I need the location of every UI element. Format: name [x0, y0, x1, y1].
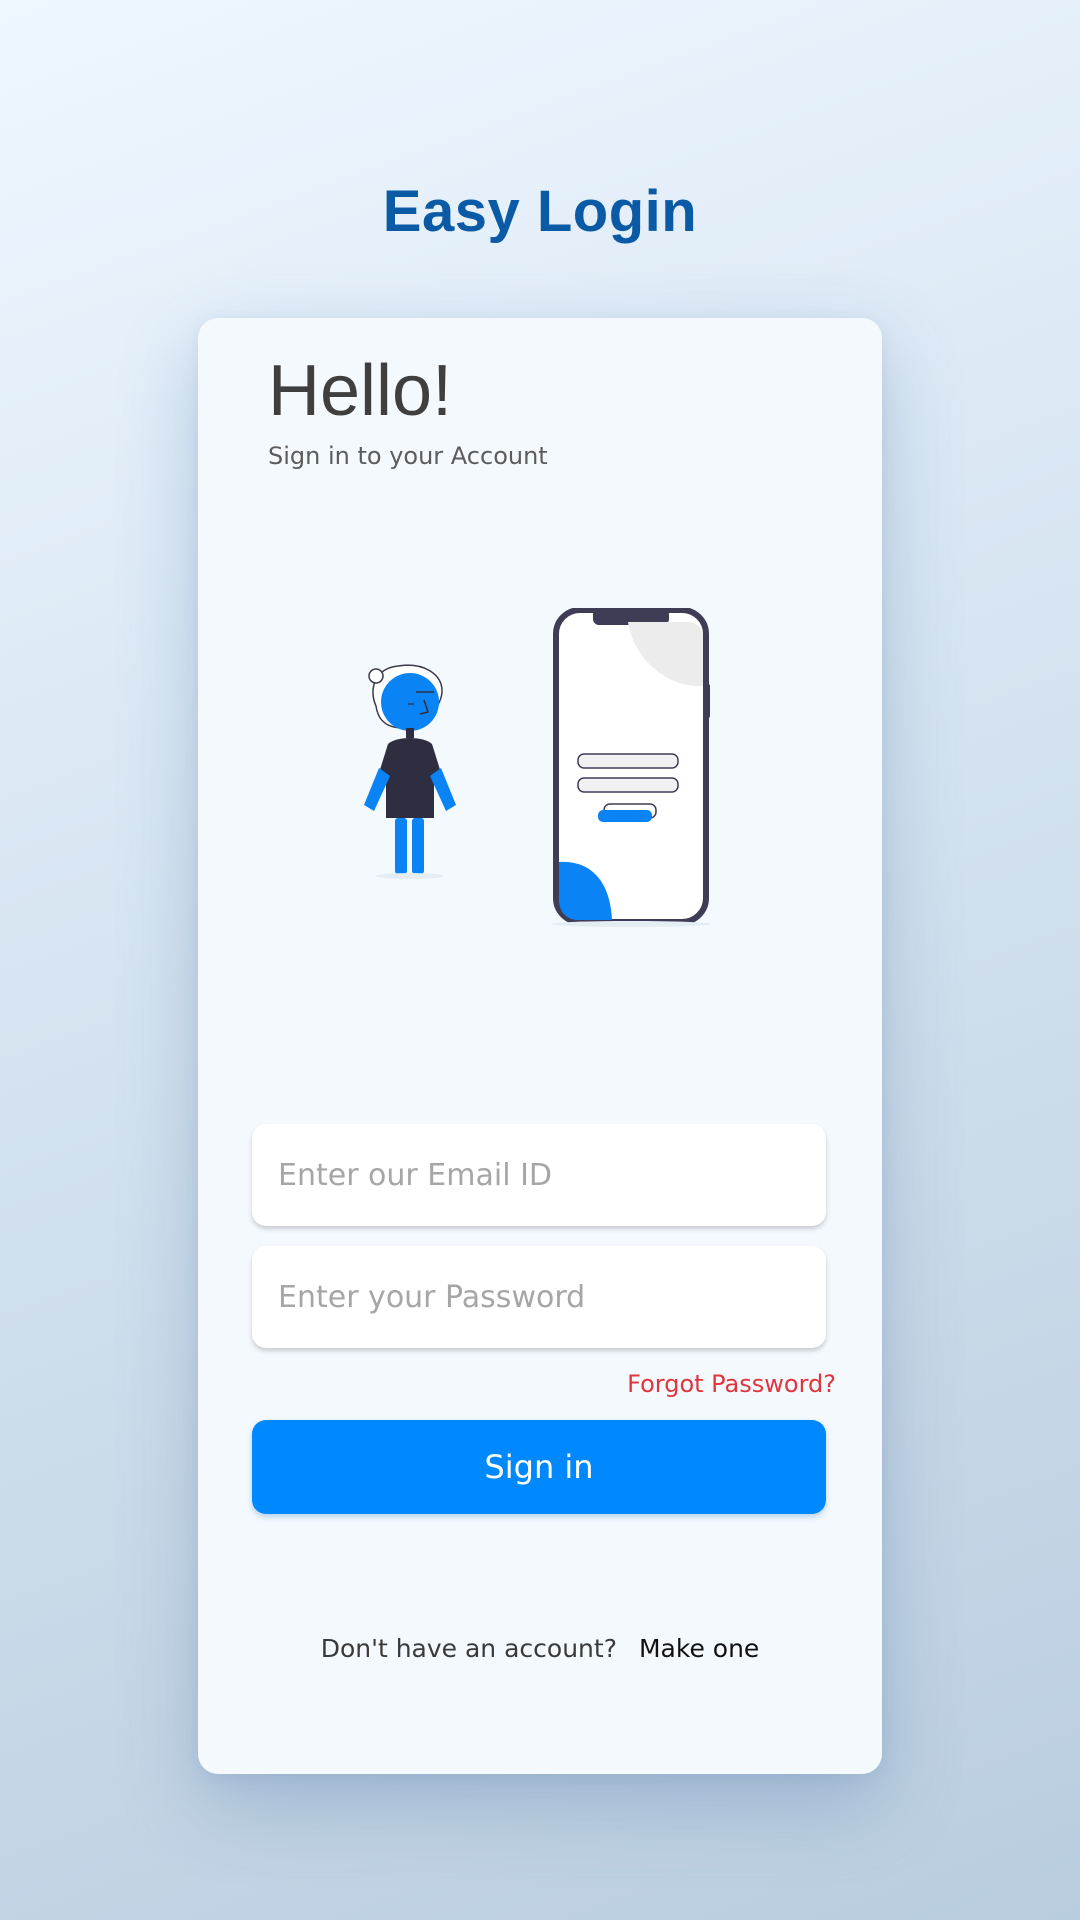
- password-field[interactable]: [252, 1246, 826, 1348]
- greeting-heading: Hello!: [268, 351, 453, 431]
- signup-row: Don't have an account? Make one: [198, 1634, 882, 1663]
- login-illustration: [364, 608, 711, 927]
- signup-prompt: Don't have an account?: [320, 1634, 617, 1663]
- email-field[interactable]: [252, 1124, 826, 1226]
- signin-subtitle: Sign in to your Account: [268, 442, 548, 470]
- make-account-link[interactable]: Make one: [639, 1634, 759, 1663]
- login-card: Hello! Sign in to your Account Enter our…: [198, 318, 882, 1774]
- signin-button[interactable]: Sign in: [252, 1420, 826, 1514]
- smartphone-icon: [551, 608, 711, 927]
- app-title: Easy Login: [382, 179, 698, 244]
- email-input[interactable]: [252, 1124, 826, 1226]
- person-figure-icon: [364, 664, 456, 879]
- password-input[interactable]: [252, 1246, 826, 1348]
- forgot-password-link[interactable]: Forgot Password?: [627, 1370, 836, 1398]
